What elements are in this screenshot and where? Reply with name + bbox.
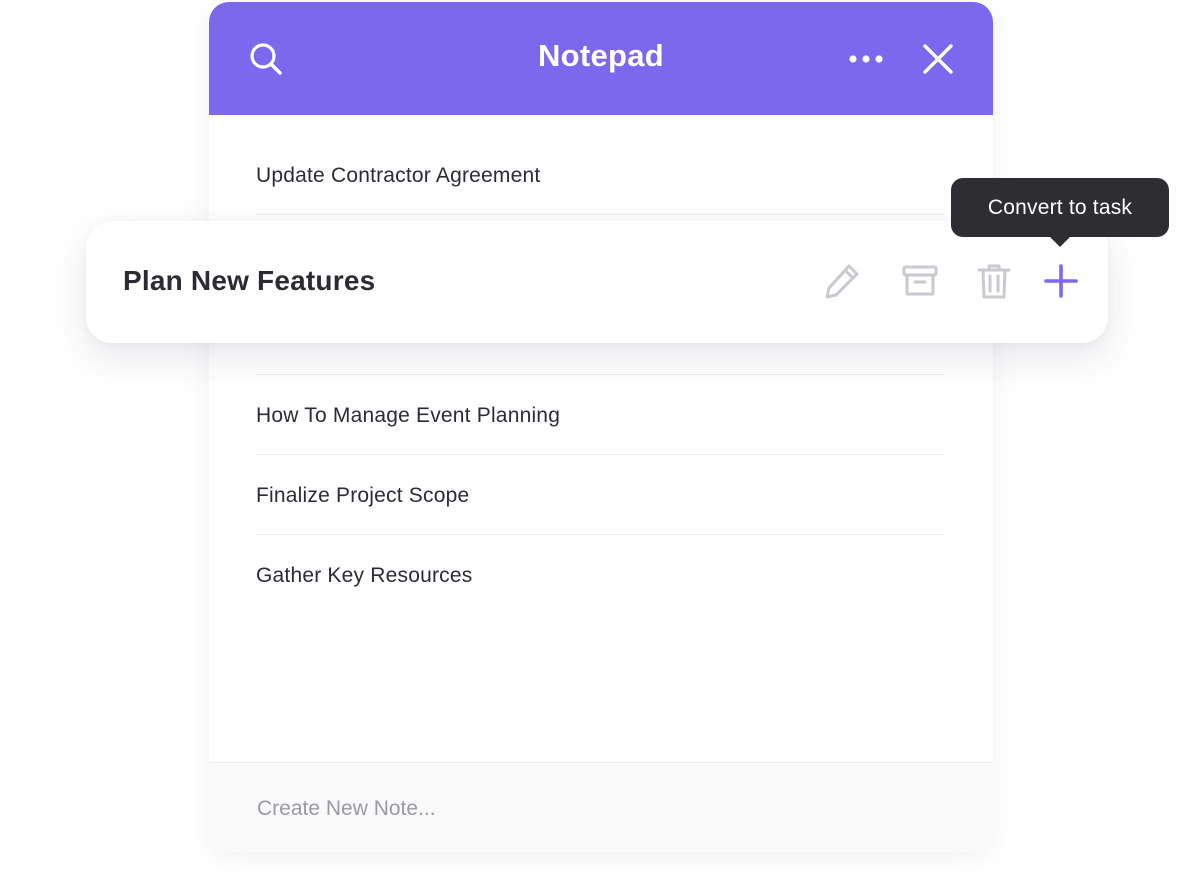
archive-note-button[interactable] [898, 259, 942, 303]
note-item[interactable]: Finalize Project Scope [256, 455, 944, 535]
convert-to-task-tooltip: Convert to task [951, 178, 1169, 247]
notepad-panel: Notepad Update Contractor Agreement How … [209, 2, 993, 852]
note-item[interactable]: Update Contractor Agreement [256, 135, 944, 215]
convert-to-task-button[interactable] [1039, 259, 1083, 303]
trash-icon [977, 264, 1011, 299]
close-button[interactable] [917, 38, 959, 80]
plus-icon [1044, 264, 1078, 298]
archive-box-icon [902, 265, 938, 296]
tooltip-text: Convert to task [987, 195, 1133, 219]
note-item-title: Update Contractor Agreement [256, 163, 541, 187]
edit-note-button[interactable] [820, 259, 864, 303]
more-horizontal-icon [849, 55, 883, 63]
tooltip-arrow [1049, 236, 1071, 247]
close-icon [923, 44, 953, 74]
notepad-header: Notepad [209, 2, 993, 115]
delete-note-button[interactable] [972, 259, 1016, 303]
new-note-footer [209, 762, 993, 852]
note-item-title: Gather Key Resources [256, 563, 473, 587]
pencil-icon [825, 264, 859, 299]
selected-note-title: Plan New Features [123, 265, 376, 296]
more-options-button[interactable] [845, 38, 887, 80]
create-new-note-input[interactable] [255, 787, 939, 831]
note-item[interactable]: Gather Key Resources [256, 535, 944, 614]
notepad-stage: Notepad Update Contractor Agreement How … [0, 0, 1192, 881]
selected-note-card[interactable]: Plan New Features [86, 221, 1108, 343]
note-item-title: How To Manage Event Planning [256, 403, 561, 427]
note-item[interactable]: How To Manage Event Planning [256, 375, 944, 455]
note-item-title: Finalize Project Scope [256, 483, 470, 507]
